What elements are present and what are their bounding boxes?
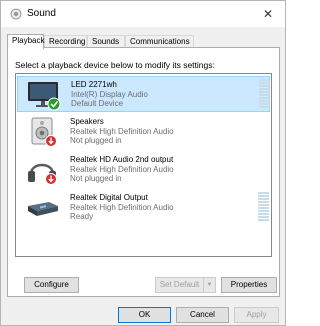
device-row-led-2271wh[interactable]: LED 2271wh Intel(R) Display Audio Defaul… xyxy=(17,76,270,112)
device-name: Speakers xyxy=(70,117,104,126)
speaker-app-icon xyxy=(10,8,22,20)
close-icon: ✕ xyxy=(262,7,274,21)
device-row-speakers[interactable]: Speakers Realtek High Definition Audio N… xyxy=(17,114,270,150)
instruction-text: Select a playback device below to modify… xyxy=(15,60,215,70)
device-driver: Realtek High Definition Audio xyxy=(70,203,174,212)
speaker-icon xyxy=(31,117,57,147)
ok-button[interactable]: OK xyxy=(118,307,171,323)
device-status: Not plugged in xyxy=(70,174,122,183)
close-button[interactable]: ✕ xyxy=(251,1,285,27)
device-name: Realtek HD Audio 2nd output xyxy=(70,155,174,164)
device-name: Realtek Digital Output xyxy=(70,193,148,202)
device-list[interactable]: LED 2271wh Intel(R) Display Audio Defaul… xyxy=(15,73,272,257)
headphones-icon xyxy=(28,163,57,185)
set-default-button[interactable]: Set Default ▼ xyxy=(155,277,216,293)
device-driver: Realtek High Definition Audio xyxy=(70,127,174,136)
device-status: Not plugged in xyxy=(70,136,122,145)
properties-button[interactable]: Properties xyxy=(221,277,277,293)
apply-button[interactable]: Apply xyxy=(234,307,279,323)
tab-playback[interactable]: Playback xyxy=(7,34,44,49)
chevron-down-icon[interactable]: ▼ xyxy=(203,278,215,292)
device-status: Ready xyxy=(70,212,94,221)
window-title: Sound xyxy=(27,8,56,19)
title-bar[interactable]: Sound ✕ xyxy=(1,1,285,27)
sound-dialog: Sound ✕ Playback Recording Sounds Commun… xyxy=(0,0,286,326)
device-name: LED 2271wh xyxy=(71,80,117,89)
device-row-digital-output[interactable]: Realtek Digital Output Realtek High Defi… xyxy=(17,190,270,226)
configure-button[interactable]: Configure xyxy=(24,277,79,293)
set-default-label: Set Default xyxy=(159,280,200,289)
device-row-hd-audio-2nd-output[interactable]: Realtek HD Audio 2nd output Realtek High… xyxy=(17,152,270,188)
device-driver: Realtek High Definition Audio xyxy=(70,165,174,174)
volume-level-meter xyxy=(259,79,270,110)
device-status: Default Device xyxy=(71,99,124,108)
device-driver: Intel(R) Display Audio xyxy=(71,90,148,99)
monitor-icon xyxy=(28,82,61,111)
volume-level-meter xyxy=(258,192,269,223)
digital-output-icon xyxy=(28,202,58,216)
cancel-button[interactable]: Cancel xyxy=(176,307,229,323)
